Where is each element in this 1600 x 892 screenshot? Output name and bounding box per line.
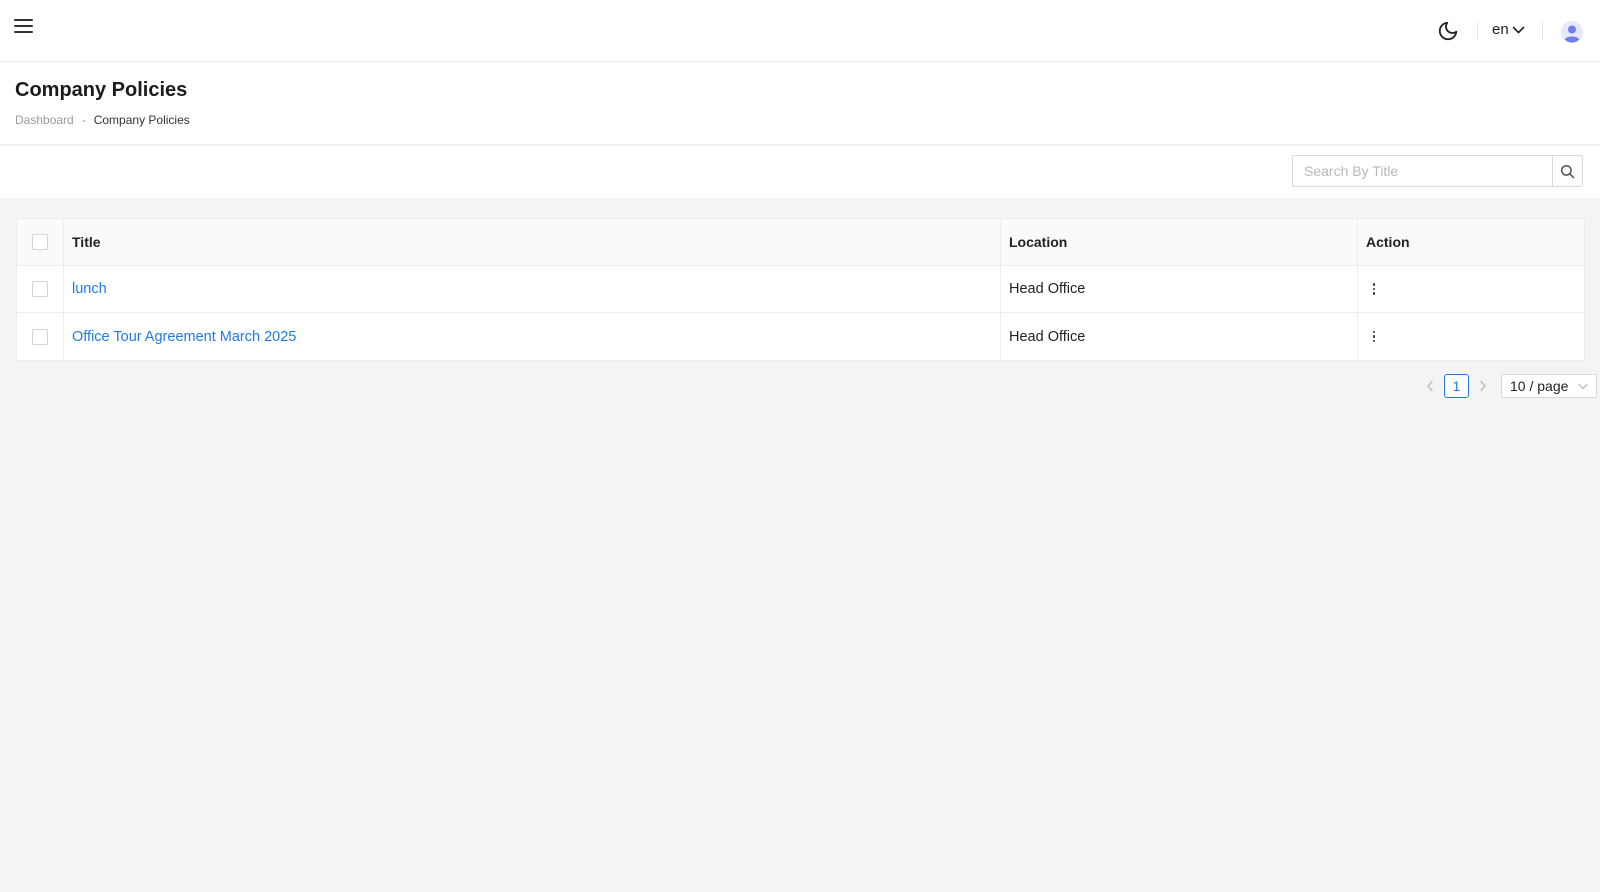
search-box: [1292, 155, 1583, 187]
column-header-title[interactable]: Title: [64, 219, 1001, 265]
select-all-cell: [17, 219, 64, 265]
column-header-location[interactable]: Location: [1001, 219, 1358, 265]
table-row: Office Tour Agreement March 2025 Head Of…: [17, 313, 1584, 360]
user-avatar-icon[interactable]: [1561, 21, 1583, 43]
more-vertical-icon[interactable]: [1368, 281, 1380, 297]
breadcrumb: Dashboard - Company Policies: [15, 113, 190, 127]
page-size-select[interactable]: 10 / page: [1501, 374, 1597, 398]
table-header-row: Title Location Action: [17, 219, 1584, 266]
policy-title-link[interactable]: Office Tour Agreement March 2025: [72, 329, 296, 345]
breadcrumb-dashboard-link[interactable]: Dashboard: [15, 113, 74, 127]
table-toolbar: [0, 146, 1600, 198]
location-cell: Head Office: [1001, 266, 1358, 312]
pagination: 1 10 / page: [1420, 374, 1597, 398]
action-cell: [1358, 313, 1584, 360]
title-cell: Office Tour Agreement March 2025: [64, 313, 1001, 360]
language-label: en: [1492, 21, 1509, 38]
page-title: Company Policies: [15, 79, 188, 101]
policy-title-link[interactable]: lunch: [72, 281, 107, 297]
search-icon: [1560, 164, 1575, 178]
hamburger-menu-icon[interactable]: [14, 17, 33, 34]
chevron-right-icon: [1480, 380, 1486, 392]
chevron-left-icon: [1427, 380, 1433, 392]
page-size-value: 10 / page: [1510, 378, 1569, 394]
location-text: Head Office: [1009, 328, 1086, 345]
navbar-divider: [1477, 22, 1478, 40]
chevron-down-icon: [1512, 26, 1524, 33]
table-row: lunch Head Office: [17, 266, 1584, 313]
page-number-button[interactable]: 1: [1444, 374, 1469, 398]
search-button[interactable]: [1552, 155, 1583, 187]
chevron-down-icon: [1578, 383, 1588, 389]
column-header-action: Action: [1366, 234, 1410, 250]
title-cell: lunch: [64, 266, 1001, 312]
row-checkbox[interactable]: [32, 281, 48, 297]
select-all-checkbox[interactable]: [32, 234, 48, 250]
location-cell: Head Office: [1001, 313, 1358, 360]
more-vertical-icon[interactable]: [1368, 329, 1380, 345]
breadcrumb-current: Company Policies: [93, 113, 190, 127]
prev-page-button[interactable]: [1420, 374, 1440, 398]
action-cell: [1358, 266, 1584, 312]
theme-toggle-moon-icon[interactable]: [1437, 20, 1459, 42]
breadcrumb-separator: -: [81, 113, 86, 127]
row-checkbox[interactable]: [32, 328, 48, 345]
row-select-cell: [17, 313, 64, 360]
location-text: Head Office: [1009, 281, 1086, 297]
row-select-cell: [17, 266, 64, 312]
next-page-button[interactable]: [1473, 374, 1493, 398]
page-header: Company Policies Dashboard - Company Pol…: [0, 62, 1600, 145]
search-input[interactable]: [1292, 155, 1552, 187]
navbar-divider: [1542, 22, 1543, 40]
language-selector[interactable]: en: [1492, 21, 1525, 38]
top-navbar: en: [0, 0, 1600, 62]
policies-table: Title Location Action lunch Head Office …: [16, 218, 1585, 361]
